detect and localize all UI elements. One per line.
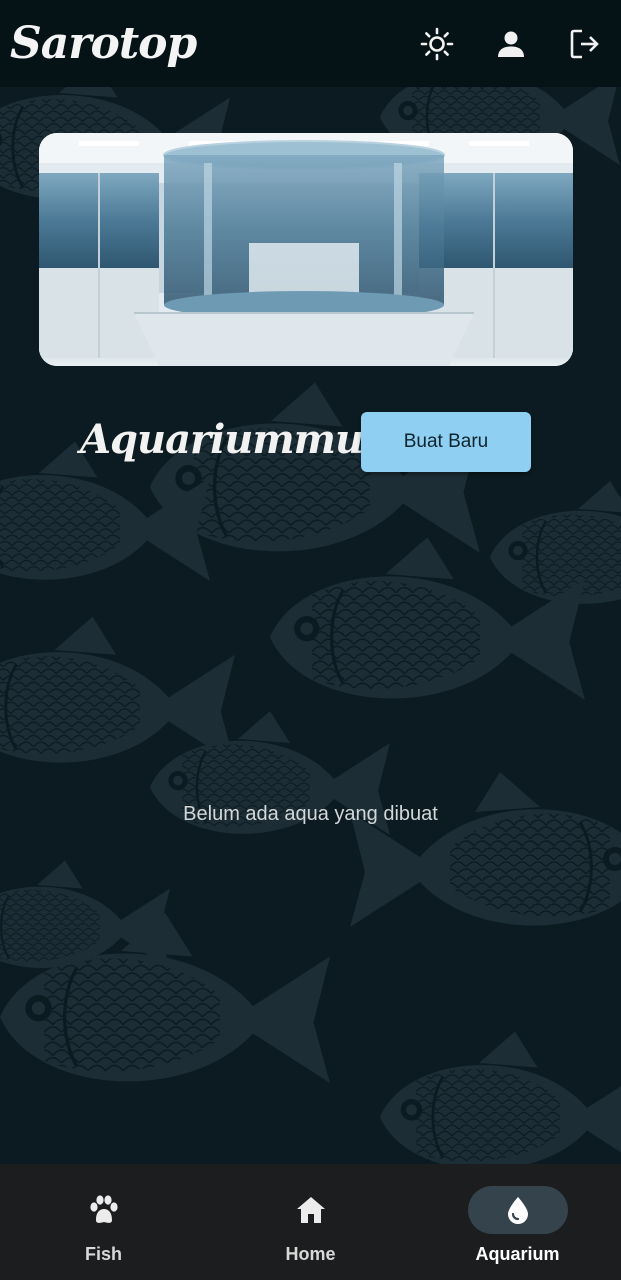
bottom-navigation: Fish Home Aquarium — [0, 1164, 621, 1280]
theme-toggle-button[interactable] — [415, 22, 459, 66]
app-logo: Sarotop — [10, 17, 197, 69]
aquarium-hero-image — [39, 133, 573, 366]
nav-icon-container — [467, 1186, 568, 1234]
nav-label-aquarium: Aquarium — [475, 1244, 560, 1264]
logout-button[interactable] — [563, 22, 607, 66]
person-icon — [498, 31, 524, 57]
sun-icon — [420, 27, 454, 60]
empty-state-message: Belum ada aqua yang dibuat — [183, 803, 438, 825]
section-title: Aquariummu — [80, 416, 364, 463]
water-drop-icon — [507, 1197, 528, 1224]
create-new-button[interactable]: Buat Baru — [361, 412, 531, 472]
nav-label-home: Home — [285, 1244, 336, 1264]
nav-label-fish: Fish — [84, 1244, 122, 1264]
aquarium-section-header: Aquariummu Buat Baru — [0, 408, 621, 478]
nav-item-aquarium[interactable]: Aquarium — [414, 1164, 621, 1280]
app-bar-actions — [415, 22, 607, 66]
nav-item-fish[interactable]: Fish — [0, 1164, 207, 1280]
home-icon — [296, 1197, 325, 1223]
aquarium-illustration — [39, 133, 573, 366]
nav-item-home[interactable]: Home — [207, 1164, 414, 1280]
nav-icon-container — [54, 1186, 154, 1234]
app-bar: Sarotop — [0, 0, 621, 87]
nav-icon-container — [261, 1186, 361, 1234]
profile-button[interactable] — [489, 22, 533, 66]
paw-icon — [89, 1195, 118, 1223]
logout-icon — [570, 29, 599, 58]
